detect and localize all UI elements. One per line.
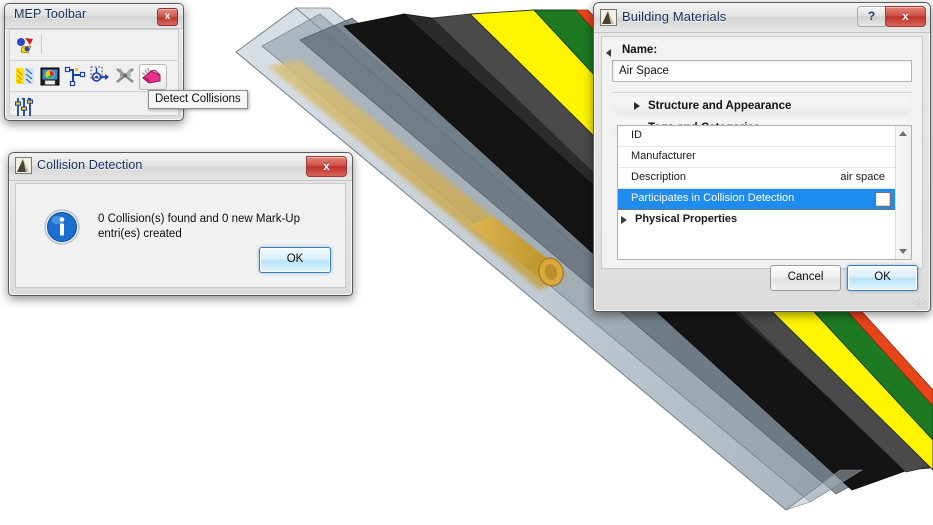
mep-preferences-icon[interactable] — [14, 65, 36, 87]
section-label: Structure and Appearance — [648, 100, 792, 112]
collision-dialog-ok-button[interactable]: OK — [259, 247, 331, 273]
section-structure-and-appearance[interactable]: Structure and Appearance — [612, 97, 912, 116]
resize-grip[interactable] — [916, 298, 927, 309]
mep-toolbar-titlebar[interactable]: MEP Toolbar x — [5, 4, 183, 29]
table-row-section-physical-properties[interactable]: Physical Properties — [618, 210, 911, 230]
mep-edit-routing-icon[interactable] — [39, 65, 61, 87]
mep-toolbar-row-1 — [10, 30, 178, 61]
detect-collisions-tooltip: Detect Collisions — [148, 90, 248, 109]
mep-toolbar-row-2 — [10, 61, 178, 92]
mep-tools-icon[interactable] — [114, 65, 136, 87]
mep-toolbar-title: MEP Toolbar — [14, 7, 87, 21]
collapse-left-icon[interactable] — [606, 49, 611, 57]
tags-categories-grid[interactable]: ID Manufacturer Description air space Pa… — [617, 125, 912, 260]
building-materials-panel: Name: Air Space Structure and Appearance… — [601, 36, 923, 269]
divider — [612, 92, 912, 93]
grid-scrollbar[interactable] — [895, 126, 911, 259]
info-icon — [44, 209, 80, 245]
help-button[interactable]: ? — [857, 6, 886, 27]
chevron-right-icon — [634, 102, 640, 110]
row-key: ID — [631, 129, 642, 141]
ok-button[interactable]: OK — [847, 265, 918, 291]
mep-toolbar-separator — [41, 35, 42, 54]
route-elements-icon[interactable] — [64, 65, 86, 87]
cancel-button[interactable]: Cancel — [770, 265, 841, 291]
archicad-icon — [600, 9, 617, 26]
table-row[interactable]: ID — [618, 126, 911, 147]
detect-collisions-button[interactable] — [139, 64, 167, 90]
building-materials-title: Building Materials — [622, 9, 727, 24]
chevron-right-icon — [621, 216, 627, 224]
collision-dialog-titlebar[interactable]: Collision Detection x — [9, 153, 352, 181]
collision-dialog-message: 0 Collision(s) found and 0 new Mark-Up e… — [98, 213, 300, 240]
name-input[interactable]: Air Space — [612, 60, 912, 82]
collision-dialog-title: Collision Detection — [37, 158, 143, 172]
building-materials-dialog[interactable]: Building Materials ? x Name: Air Space S… — [593, 2, 931, 312]
table-row-selected[interactable]: Participates in Collision Detection — [618, 189, 911, 210]
collision-dialog-close-button[interactable]: x — [306, 156, 347, 177]
building-materials-close-button[interactable]: x — [885, 6, 926, 27]
participates-in-collision-detection-checkbox[interactable] — [875, 192, 891, 207]
row-key: Physical Properties — [635, 213, 738, 225]
row-value: air space — [840, 171, 885, 183]
collision-dialog-panel: 0 Collision(s) found and 0 new Mark-Up e… — [15, 183, 346, 288]
connect-elements-icon[interactable] — [89, 65, 111, 87]
row-key: Manufacturer — [631, 150, 696, 162]
table-row[interactable]: Description air space — [618, 168, 911, 189]
name-label: Name: — [622, 44, 658, 56]
mep-settings-icon[interactable] — [14, 96, 36, 118]
mep-toolbar-close-button[interactable]: x — [157, 8, 178, 26]
mep-modeler-icon[interactable] — [15, 34, 37, 56]
scroll-up-icon[interactable] — [899, 131, 907, 136]
archicad-icon — [15, 157, 32, 174]
building-materials-footer: Cancel OK — [601, 265, 923, 303]
scroll-down-icon[interactable] — [899, 249, 907, 254]
row-key: Description — [631, 171, 687, 183]
collision-detection-dialog[interactable]: Collision Detection x 0 Collision(s) fou… — [8, 152, 353, 296]
building-materials-titlebar[interactable]: Building Materials ? x — [594, 3, 930, 33]
table-row[interactable]: Manufacturer — [618, 147, 911, 168]
row-key: Participates in Collision Detection — [631, 192, 795, 204]
detect-collisions-icon — [141, 67, 161, 84]
